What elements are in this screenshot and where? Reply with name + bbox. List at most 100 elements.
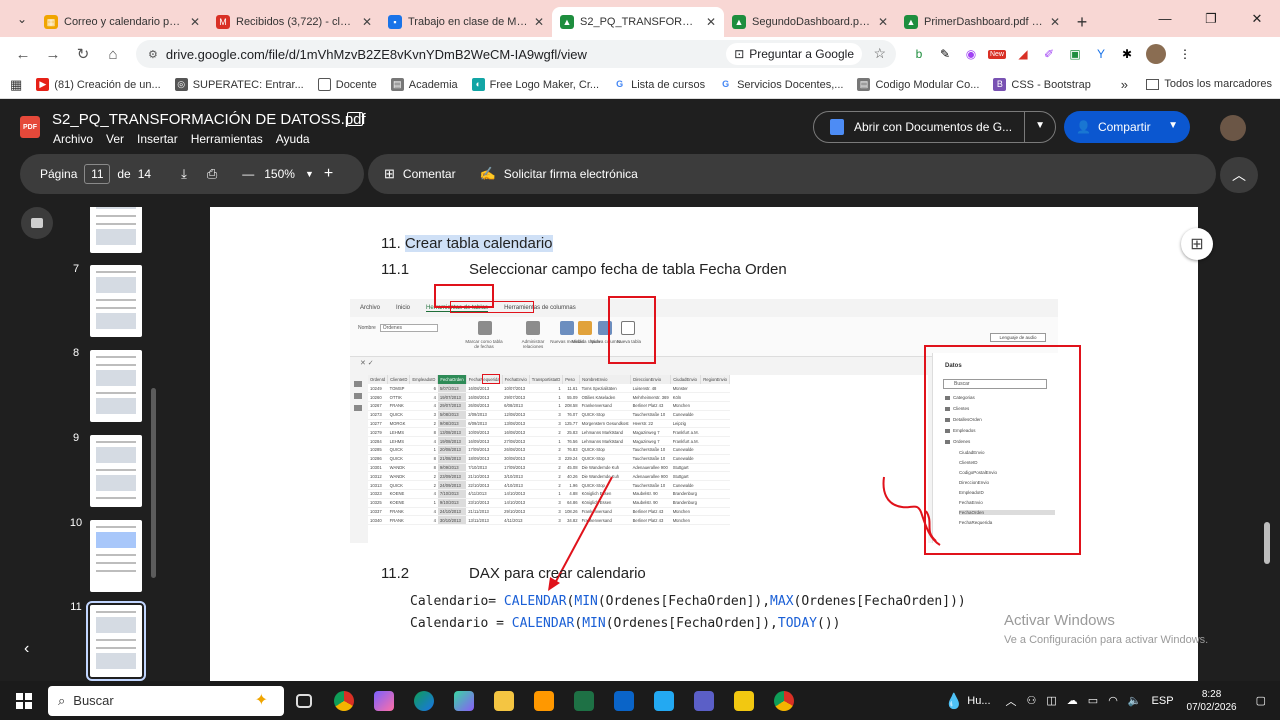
file-explorer-icon[interactable] xyxy=(484,681,524,720)
address-bar[interactable]: ⚙ drive.google.com/file/d/1mVhMzvB2ZE8vK… xyxy=(136,40,896,68)
chrome-icon[interactable] xyxy=(324,681,364,720)
chevron-left-icon[interactable]: ‹ xyxy=(24,640,29,658)
menu-ayuda[interactable]: Ayuda xyxy=(276,132,310,146)
sublime-icon[interactable] xyxy=(524,681,564,720)
menu-herramientas[interactable]: Herramientas xyxy=(191,132,263,146)
people-icon[interactable]: ⚇ xyxy=(1027,694,1037,707)
print-icon[interactable]: ⎙ xyxy=(207,166,217,182)
chrome-icon[interactable] xyxy=(764,681,804,720)
page-thumbnail-active[interactable] xyxy=(86,601,146,681)
eyedropper-icon[interactable]: ✎ xyxy=(932,41,958,67)
browser-tab[interactable]: ▦ Correo y calendario perso ✕ xyxy=(36,7,208,37)
bookmark-item[interactable]: Docente xyxy=(317,78,377,91)
browser-tab[interactable]: ▲ SegundoDashboard.pdf - ✕ xyxy=(724,7,896,37)
share-button[interactable]: 👤 Compartir ▼ xyxy=(1064,111,1190,143)
zoom-out-icon[interactable]: — xyxy=(242,167,254,181)
profile-avatar[interactable] xyxy=(1220,115,1246,141)
thumbnail-scrollbar[interactable] xyxy=(151,388,156,578)
maximize-icon[interactable]: ❐ xyxy=(1188,0,1234,37)
browser-tab[interactable]: M Recibidos (3,722) - clz.carl ✕ xyxy=(208,7,380,37)
forward-icon[interactable]: → xyxy=(38,39,68,69)
all-bookmarks-button[interactable]: Todos los marcadores xyxy=(1146,78,1272,90)
comment-button[interactable]: ⊞ Comentar xyxy=(384,166,456,182)
outlook-icon[interactable] xyxy=(604,681,644,720)
task-view-icon[interactable] xyxy=(284,681,324,720)
minimize-icon[interactable]: — xyxy=(1142,0,1188,37)
page-thumbnail[interactable] xyxy=(90,265,142,337)
page-thumbnail[interactable] xyxy=(90,435,142,507)
menu-insertar[interactable]: Insertar xyxy=(137,132,178,146)
chevron-down-icon[interactable]: ▼ xyxy=(1168,120,1178,131)
ask-google-button[interactable]: ⊡ Preguntar a Google xyxy=(726,43,862,65)
powerbi-icon[interactable] xyxy=(724,681,764,720)
clock[interactable]: 8:28 07/02/2026 xyxy=(1187,688,1237,714)
copilot-icon[interactable] xyxy=(364,681,404,720)
apps-icon[interactable]: ▦ xyxy=(10,77,22,93)
cloud-icon[interactable]: ☁ xyxy=(1067,694,1078,707)
megaphone-icon[interactable]: ◢ xyxy=(1010,41,1036,67)
extension-icon[interactable]: b xyxy=(906,41,932,67)
new-tab-button[interactable]: + xyxy=(1068,7,1096,37)
extension-icon[interactable]: ◉ xyxy=(958,41,984,67)
puzzle-icon[interactable]: ✱ xyxy=(1114,41,1140,67)
collapse-toolbar-button[interactable]: ︿ xyxy=(1220,157,1258,193)
bookmark-item[interactable]: G Lista de cursos xyxy=(613,78,705,91)
more-menu-icon[interactable]: ⋮ xyxy=(1172,41,1198,67)
bookmark-item[interactable]: G Servicios Docentes,... xyxy=(719,78,843,91)
menu-ver[interactable]: Ver xyxy=(106,132,124,146)
close-tab-icon[interactable]: ✕ xyxy=(878,15,888,29)
close-tab-icon[interactable]: ✕ xyxy=(706,15,716,29)
browser-tab-active[interactable]: ▲ S2_PQ_TRANSFORMACIÓN ✕ xyxy=(552,7,724,37)
pen-icon[interactable]: ✐ xyxy=(1036,41,1062,67)
home-icon[interactable]: ⌂ xyxy=(98,39,128,69)
wifi-icon[interactable]: ◠ xyxy=(1108,694,1118,707)
download-icon[interactable]: ⤓ xyxy=(181,166,187,182)
page-number-input[interactable]: 11 xyxy=(84,164,111,184)
chevron-down-icon[interactable]: ▼ xyxy=(1035,120,1045,131)
bookmark-item[interactable]: ▤ Academia xyxy=(390,78,458,91)
profile-avatar[interactable] xyxy=(1146,44,1166,64)
save-to-drive-icon[interactable] xyxy=(347,112,363,126)
weather-widget[interactable]: 💧 Hu... xyxy=(945,692,991,710)
close-tab-icon[interactable]: ✕ xyxy=(534,15,544,29)
battery-icon[interactable]: ▭ xyxy=(1088,694,1098,707)
page-thumbnail[interactable] xyxy=(90,207,142,253)
bookmark-item[interactable]: ◎ SUPERATEC: Entrar... xyxy=(174,78,304,91)
site-info-icon[interactable]: ⚙ xyxy=(148,48,158,61)
excel-icon[interactable] xyxy=(564,681,604,720)
page-thumbnail[interactable] xyxy=(90,350,142,422)
reload-icon[interactable]: ↻ xyxy=(68,39,98,69)
extension-icon[interactable]: Y xyxy=(1088,41,1114,67)
bookmark-item[interactable]: B CSS - Bootstrap xyxy=(993,78,1091,91)
tray-overflow-icon[interactable]: ︿ xyxy=(1006,693,1017,709)
language-indicator[interactable]: ESP xyxy=(1152,695,1174,707)
camera-icon[interactable]: ◫ xyxy=(1046,694,1056,707)
browser-tab[interactable]: ▪ Trabajo en clase de Model ✕ xyxy=(380,7,552,37)
page-thumbnail[interactable] xyxy=(90,520,142,592)
bookmark-item[interactable]: ▶ (81) Creación de un... xyxy=(36,78,161,91)
notifications-icon[interactable]: ▢ xyxy=(1256,694,1266,707)
edge-icon[interactable] xyxy=(404,681,444,720)
back-icon[interactable]: ← xyxy=(8,39,38,69)
bookmark-item[interactable]: ▤ Codigo Modular Co... xyxy=(857,78,979,91)
close-window-icon[interactable]: ✕ xyxy=(1234,0,1280,37)
zoom-in-icon[interactable]: + xyxy=(324,165,333,183)
start-button[interactable] xyxy=(0,681,48,720)
new-badge-icon[interactable]: New xyxy=(984,41,1010,67)
close-tab-icon[interactable]: ✕ xyxy=(362,15,372,29)
close-tab-icon[interactable]: ✕ xyxy=(1050,15,1060,29)
add-comment-button[interactable]: ⊞ xyxy=(1181,228,1213,260)
copilot-pro-icon[interactable] xyxy=(444,681,484,720)
browser-tab[interactable]: ▲ PrimerDashboard.pdf - Go ✕ xyxy=(896,7,1068,37)
bookmark-star-icon[interactable]: ☆ xyxy=(873,45,886,62)
zoom-level[interactable]: 150% xyxy=(264,167,295,181)
vscode-icon[interactable] xyxy=(644,681,684,720)
teams-icon[interactable] xyxy=(684,681,724,720)
tab-search-icon[interactable]: ⌄ xyxy=(8,5,36,33)
more-bookmarks-icon[interactable]: » xyxy=(1121,77,1128,92)
taskbar-search[interactable]: ⌕ Buscar ✦ xyxy=(48,685,284,716)
page-scrollbar[interactable] xyxy=(1264,522,1270,564)
volume-icon[interactable]: 🔈 xyxy=(1128,694,1142,707)
menu-archivo[interactable]: Archivo xyxy=(53,132,93,146)
close-tab-icon[interactable]: ✕ xyxy=(190,15,200,29)
